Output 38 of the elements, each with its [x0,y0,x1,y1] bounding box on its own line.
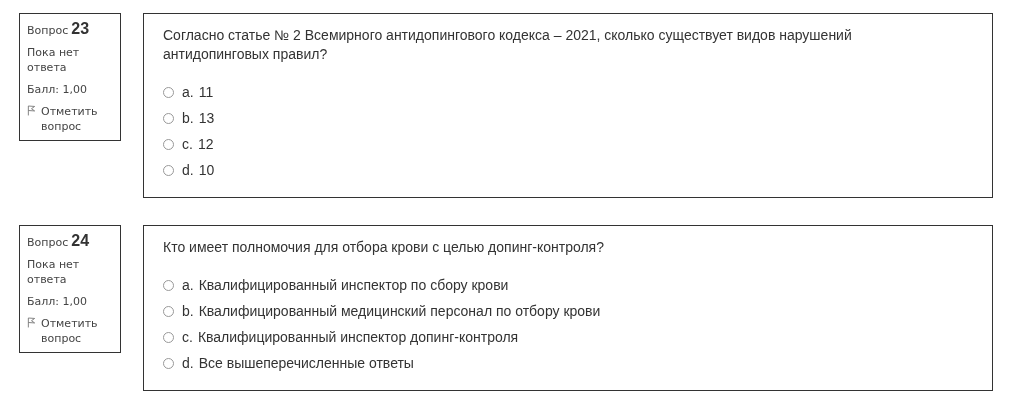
option-text[interactable]: Квалифицированный медицинский персонал по отбору крови [198,302,601,321]
option-text[interactable]: Все вышеперечисленные ответы [198,354,414,373]
option-text[interactable]: 13 [198,109,215,128]
question-number: 24 [71,232,90,250]
question-grade: Балл: 1,00 [27,294,89,309]
question-text: Согласно статье № 2 Всемирного антидопингового кодекса – 2021, сколько существует видов нарушений антидопинговых правил? [163,26,853,64]
radio-button[interactable] [163,358,174,369]
question-status: Пока нет ответа [27,45,81,75]
flag-icon[interactable] [27,105,36,116]
option-letter: b. [182,109,194,128]
option-letter: a. [182,276,194,295]
flag-question-link[interactable]: Отметить вопрос [41,316,114,346]
option-letter: a. [182,83,194,102]
question-status: Пока нет ответа [27,257,81,287]
option-letter: c. [182,328,193,347]
option-text[interactable]: 11 [198,83,214,102]
question-text: Кто имеет полномочия для отбора крови с целью допинг-контроля? [163,238,605,257]
radio-button[interactable] [163,332,174,343]
option-letter: d. [182,161,194,180]
radio-button[interactable] [163,306,174,317]
question-label: Вопрос [27,236,69,249]
option-letter: b. [182,302,194,321]
radio-button[interactable] [163,113,174,124]
radio-button[interactable] [163,165,174,176]
flag-icon[interactable] [27,317,36,328]
option-text[interactable]: Квалифицированный инспектор допинг-контроля [197,328,519,347]
option-letter: c. [182,135,193,154]
option-text[interactable]: 12 [197,135,214,154]
radio-button[interactable] [163,139,174,150]
radio-button[interactable] [163,87,174,98]
question-grade: Балл: 1,00 [27,82,89,97]
question-number: 23 [71,20,90,38]
option-letter: d. [182,354,194,373]
question-label: Вопрос [27,24,69,37]
option-text[interactable]: Квалифицированный инспектор по сбору крови [198,276,509,295]
radio-button[interactable] [163,280,174,291]
option-text[interactable]: 10 [198,161,215,180]
flag-question-link[interactable]: Отметить вопрос [41,104,114,134]
